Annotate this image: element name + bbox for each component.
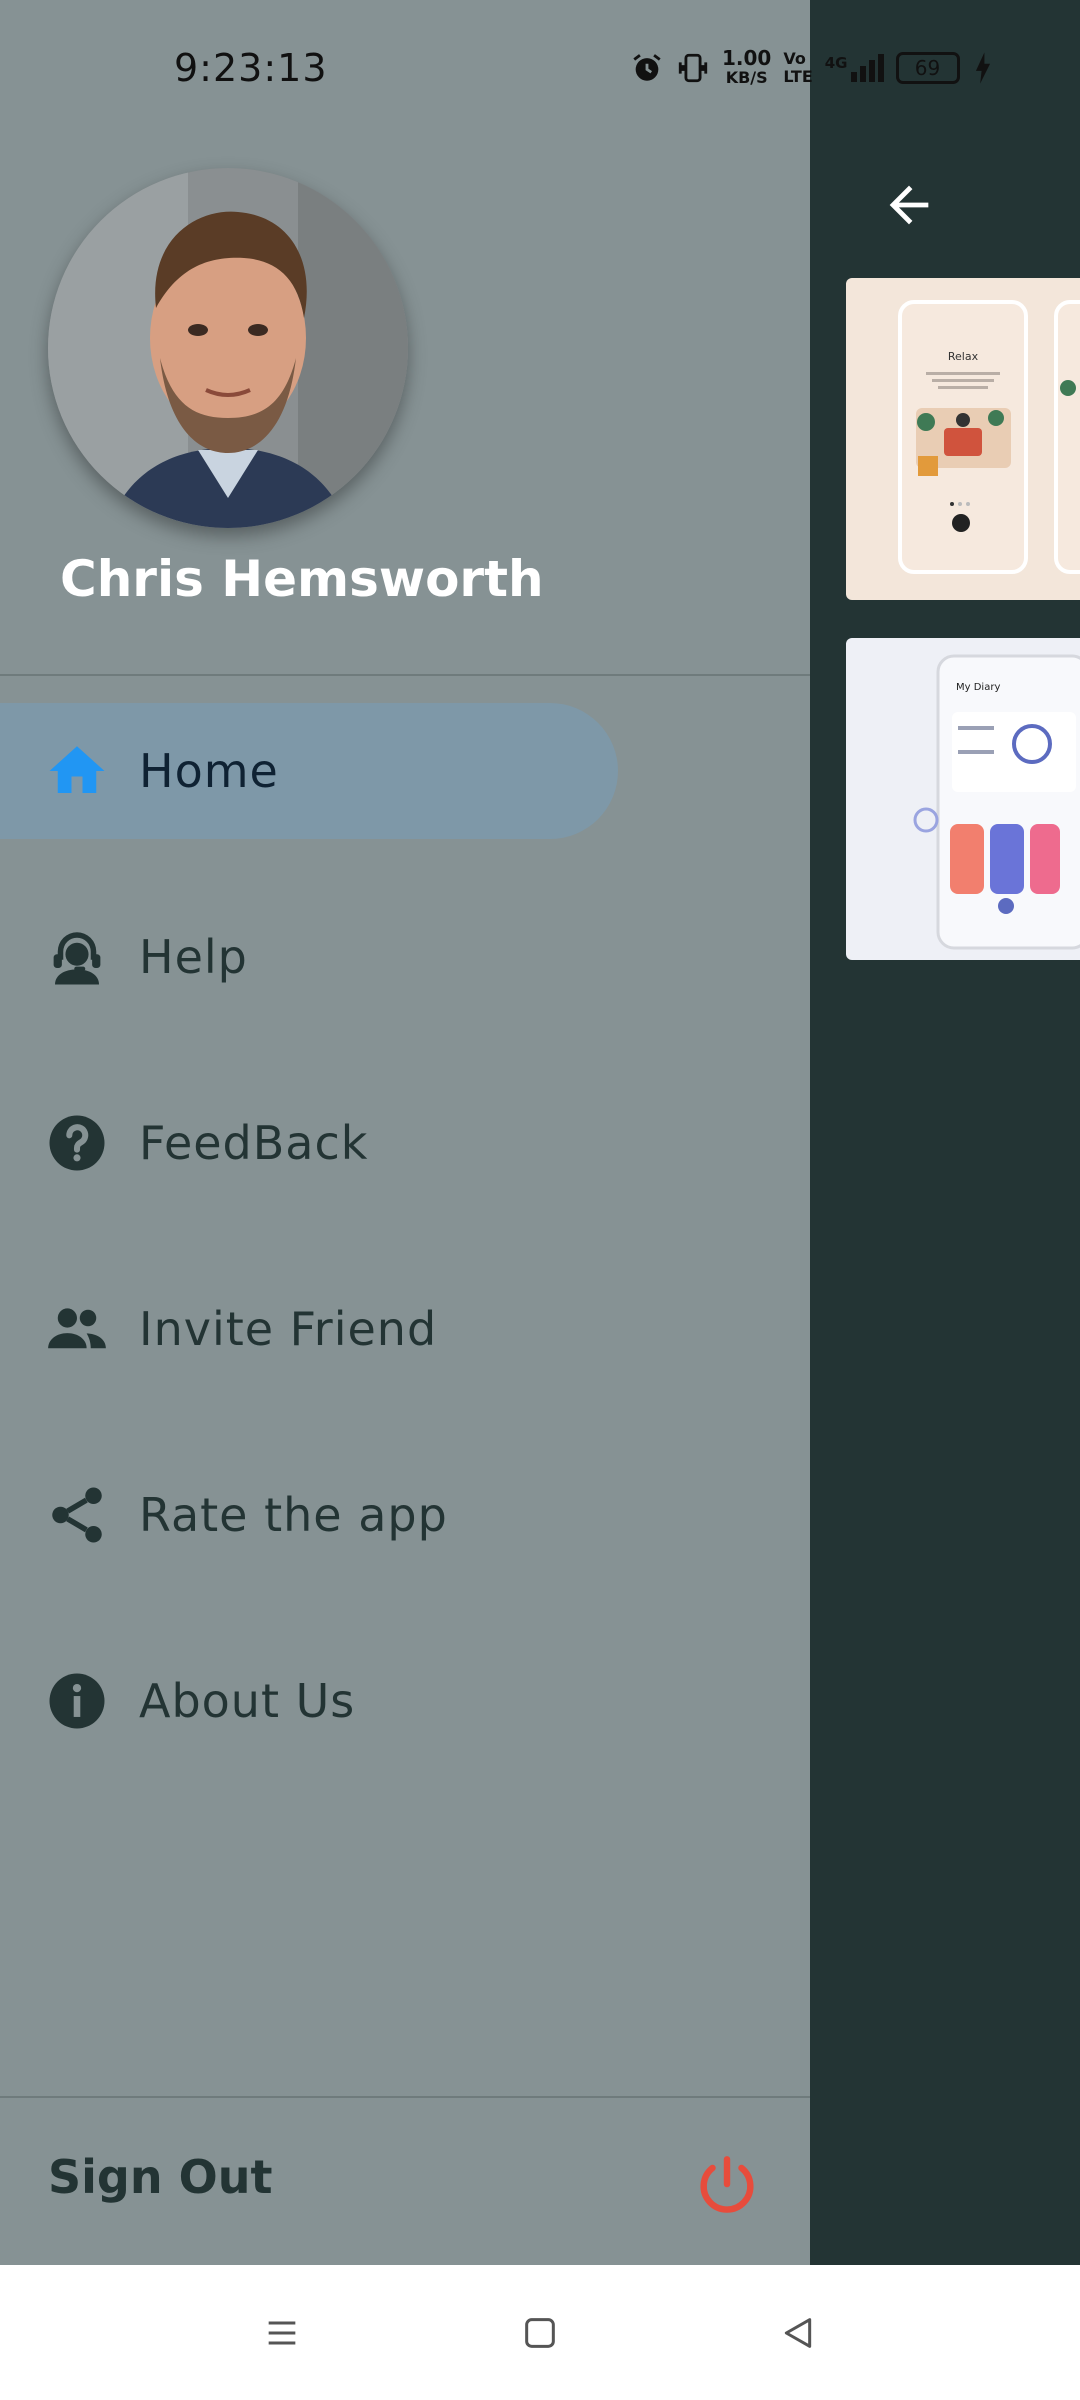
signal-icon: 4G	[825, 54, 884, 82]
preview-card-diary-title: My Diary	[956, 682, 1000, 693]
menu-item-about-us[interactable]: About Us	[0, 1633, 810, 1769]
battery-level: 69	[914, 56, 941, 80]
menu-item-feedback[interactable]: FeedBack	[0, 1075, 810, 1211]
home-icon	[49, 746, 105, 793]
people-icon	[48, 1308, 106, 1349]
help-circle-icon	[49, 1115, 105, 1171]
menu-item-help[interactable]: Help	[0, 889, 810, 1025]
menu-item-label: Help	[139, 930, 248, 984]
menu-item-rate-app[interactable]: Rate the app	[0, 1447, 810, 1583]
back-button[interactable]	[738, 2265, 858, 2400]
alarm-icon	[633, 54, 661, 81]
charging-icon	[975, 52, 990, 84]
menu-lines-icon	[268, 2321, 296, 2344]
menu-item-home[interactable]: Home	[0, 703, 618, 839]
menu-item-label: Invite Friend	[139, 1302, 438, 1356]
volte-bottom: LTE	[783, 67, 813, 86]
info-icon	[49, 1673, 105, 1729]
menu-item-invite-friend[interactable]: Invite Friend	[0, 1261, 810, 1397]
signout-button[interactable]: Sign Out	[48, 2150, 272, 2204]
menu-item-label: Rate the app	[139, 1488, 448, 1542]
avatar[interactable]	[48, 168, 408, 528]
drawer-divider-top	[0, 674, 810, 676]
drawer-divider-bottom	[0, 2096, 810, 2098]
status-bar: 9:23:13 1.00 KB/S Vo LTE 4G 69	[0, 0, 1080, 140]
menu-item-label: Home	[139, 744, 279, 798]
square-icon	[525, 2317, 555, 2348]
preview-card-relax-title: Relax	[948, 350, 979, 363]
network-type: 4G	[824, 54, 848, 72]
battery-icon: 69	[895, 52, 960, 84]
status-icons: 1.00 KB/S Vo LTE 4G 69	[630, 44, 994, 92]
status-time: 9:23:13	[174, 46, 328, 90]
menu-item-label: About Us	[139, 1674, 356, 1728]
preview-card-diary[interactable]: My Diary	[846, 638, 1080, 960]
vibrate-icon	[678, 53, 708, 83]
menu-item-label: FeedBack	[139, 1116, 369, 1170]
system-nav-bar	[0, 2265, 1080, 2400]
home-button[interactable]	[480, 2265, 600, 2400]
net-speed-value: 1.00	[722, 46, 772, 70]
volte-top: Vo	[783, 49, 806, 68]
net-speed-unit: KB/S	[725, 68, 768, 87]
arrow-back-icon[interactable]	[880, 176, 938, 234]
volte-indicator: Vo LTE	[783, 50, 812, 86]
support-agent-icon	[53, 932, 101, 985]
recent-apps-button[interactable]	[222, 2265, 342, 2400]
net-speed: 1.00 KB/S	[722, 48, 771, 88]
share-icon	[52, 1487, 102, 1543]
profile-name: Chris Hemsworth	[60, 550, 544, 608]
preview-card-relax[interactable]: Relax	[846, 278, 1080, 600]
triangle-back-icon	[784, 2317, 812, 2348]
power-icon[interactable]	[692, 2152, 762, 2222]
